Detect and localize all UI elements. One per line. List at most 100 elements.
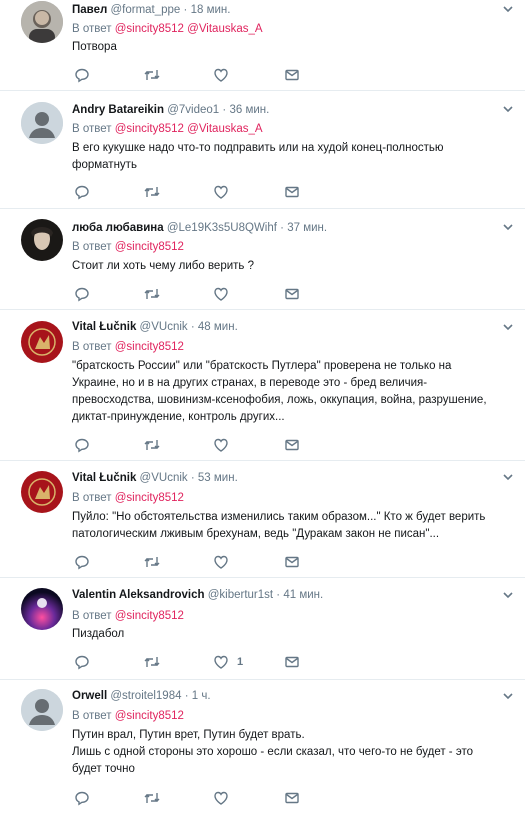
avatar[interactable] <box>21 1 63 43</box>
message-button[interactable] <box>284 183 300 201</box>
retweet-button[interactable] <box>143 285 161 303</box>
timestamp[interactable]: 41 мин. <box>283 589 323 601</box>
mention-link[interactable]: @sincity8512 <box>115 710 184 722</box>
like-icon <box>214 438 228 452</box>
like-count: 1 <box>237 656 244 668</box>
message-icon <box>285 556 299 568</box>
chevron-down-icon[interactable] <box>501 470 515 484</box>
author-name[interactable]: люба любавина <box>72 222 164 234</box>
message-button[interactable] <box>284 553 300 571</box>
reply-button[interactable] <box>74 653 90 671</box>
reply-button[interactable] <box>74 66 90 84</box>
tweet-actions <box>72 553 332 571</box>
mention-link[interactable]: @Vitauskas_A <box>187 23 262 35</box>
author-handle[interactable]: @VUcnik <box>140 321 188 333</box>
tweet-text-line: патологическим лживым брехунам, ведь "Ду… <box>72 528 440 540</box>
like-button[interactable] <box>213 66 229 84</box>
timestamp[interactable]: 36 мин. <box>229 104 269 116</box>
like-icon <box>214 791 228 805</box>
tweet[interactable]: Andry Batareikin @7video1 · 36 мин. В от… <box>0 91 525 209</box>
tweet[interactable]: Vital Łučnik @VUcnik · 53 мин. В ответ @… <box>0 461 525 578</box>
author-handle[interactable]: @stroitel1984 <box>110 690 181 702</box>
reply-context: В ответ @sincity8512 <box>72 609 184 623</box>
reply-button[interactable] <box>74 436 90 454</box>
timestamp[interactable]: 18 мин. <box>191 4 231 16</box>
reply-button[interactable] <box>74 789 90 807</box>
avatar[interactable] <box>21 471 63 513</box>
mention-link[interactable]: @sincity8512 <box>115 23 184 35</box>
tweet[interactable]: Orwell @stroitel1984 · 1 ч. В ответ @sin… <box>0 680 525 823</box>
timestamp[interactable]: 48 мин. <box>198 321 238 333</box>
tweet-header: Vital Łučnik @VUcnik · 53 мин. <box>72 471 238 485</box>
reply-button[interactable] <box>74 285 90 303</box>
chevron-down-icon[interactable] <box>501 220 515 234</box>
retweet-button[interactable] <box>143 183 161 201</box>
message-button[interactable] <box>284 789 300 807</box>
message-button[interactable] <box>284 66 300 84</box>
retweet-button[interactable] <box>143 789 161 807</box>
retweet-button[interactable] <box>143 436 161 454</box>
timestamp[interactable]: 1 ч. <box>192 690 211 702</box>
author-name[interactable]: Orwell <box>72 690 107 702</box>
author-name[interactable]: Vital Łučnik <box>72 472 136 484</box>
tweet[interactable]: люба любавина @Le19K3s5U8QWihf · 37 мин.… <box>0 209 525 310</box>
message-button[interactable] <box>284 436 300 454</box>
timestamp[interactable]: 37 мин. <box>287 222 327 234</box>
like-icon <box>214 555 228 569</box>
avatar[interactable] <box>21 588 63 630</box>
separator: · <box>190 472 195 484</box>
tweet[interactable]: Павел @format_ppe · 18 мин. В ответ @sin… <box>0 0 525 91</box>
like-button[interactable] <box>213 789 229 807</box>
separator: · <box>183 4 188 16</box>
tweet-header: Orwell @stroitel1984 · 1 ч. <box>72 689 211 703</box>
timestamp[interactable]: 53 мин. <box>198 472 238 484</box>
like-button[interactable] <box>213 553 229 571</box>
chevron-down-icon[interactable] <box>501 588 515 602</box>
author-handle[interactable]: @7video1 <box>167 104 219 116</box>
retweet-icon <box>144 70 160 80</box>
author-name[interactable]: Павел <box>72 4 107 16</box>
chevron-down-icon[interactable] <box>501 320 515 334</box>
retweet-button[interactable] <box>143 66 161 84</box>
message-button[interactable] <box>284 653 300 671</box>
retweet-button[interactable] <box>143 653 161 671</box>
reply-button[interactable] <box>74 183 90 201</box>
reply-button[interactable] <box>74 553 90 571</box>
avatar[interactable] <box>21 689 63 731</box>
avatar[interactable] <box>21 321 63 363</box>
chevron-down-icon[interactable] <box>501 689 515 703</box>
tweet[interactable]: Vital Łučnik @VUcnik · 48 мин. В ответ @… <box>0 310 525 461</box>
message-button[interactable] <box>284 285 300 303</box>
avatar[interactable] <box>21 102 63 144</box>
author-handle[interactable]: @VUcnik <box>140 472 188 484</box>
like-button[interactable]: 1 <box>213 653 243 671</box>
mention-link[interactable]: @sincity8512 <box>115 241 184 253</box>
author-name[interactable]: Vital Łučnik <box>72 321 136 333</box>
tweet-actions: 1 <box>72 653 332 671</box>
like-button[interactable] <box>213 436 229 454</box>
reply-icon <box>75 791 89 806</box>
retweet-button[interactable] <box>143 553 161 571</box>
author-name[interactable]: Andry Batareikin <box>72 104 164 116</box>
mention-link[interactable]: @sincity8512 <box>115 123 184 135</box>
message-icon <box>285 656 299 668</box>
mention-link[interactable]: @sincity8512 <box>115 341 184 353</box>
author-name[interactable]: Valentin Aleksandrovich <box>72 589 205 601</box>
tweet-text-line: Лишь с одной стороны это хорошо - если с… <box>72 746 473 758</box>
chevron-down-icon[interactable] <box>501 102 515 116</box>
tweet-header: Vital Łučnik @VUcnik · 48 мин. <box>72 320 238 334</box>
author-handle[interactable]: @kibertur1st <box>208 589 273 601</box>
mention-link[interactable]: @sincity8512 <box>115 610 184 622</box>
author-handle[interactable]: @Le19K3s5U8QWihf <box>167 222 277 234</box>
like-button[interactable] <box>213 183 229 201</box>
mention-link[interactable]: @Vitauskas_A <box>187 123 262 135</box>
avatar[interactable] <box>21 219 63 261</box>
message-icon <box>285 288 299 300</box>
tweet[interactable]: Valentin Aleksandrovich @kibertur1st · 4… <box>0 578 525 680</box>
author-handle[interactable]: @format_ppe <box>110 4 180 16</box>
retweet-icon <box>144 557 160 567</box>
mention-link[interactable]: @sincity8512 <box>115 492 184 504</box>
chevron-down-icon[interactable] <box>501 2 515 16</box>
tweet-text-line: Путин врал, Путин врет, Путин будет врат… <box>72 729 305 741</box>
like-button[interactable] <box>213 285 229 303</box>
